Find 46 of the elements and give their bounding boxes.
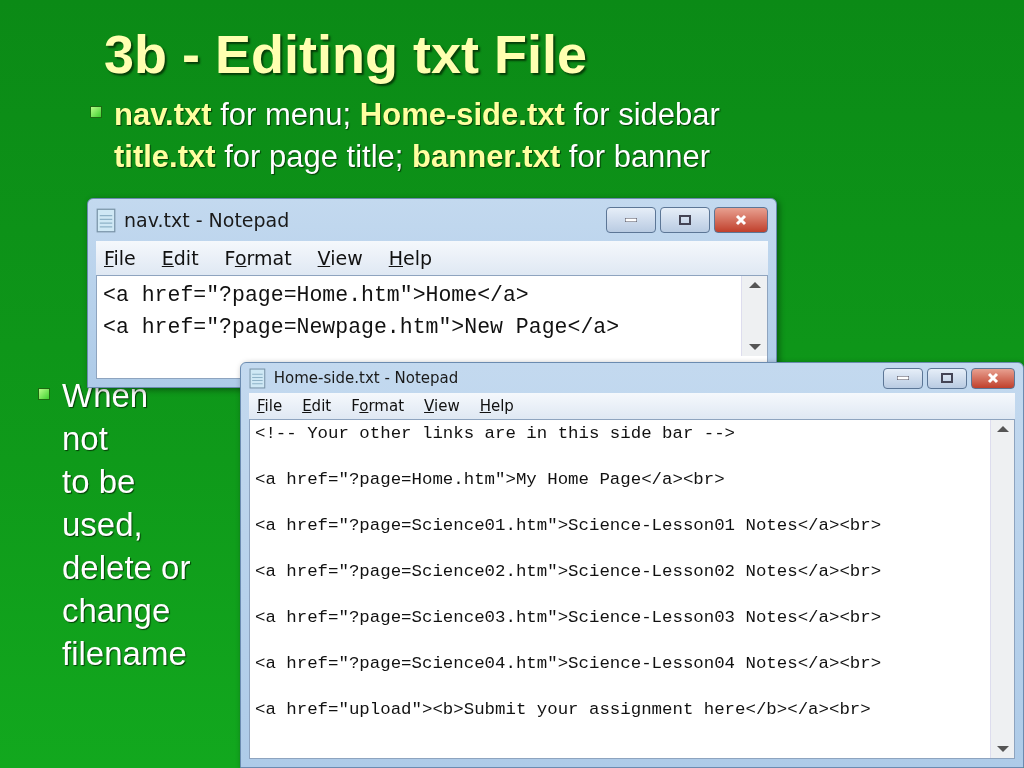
close-button[interactable] [714, 207, 768, 233]
maximize-icon [941, 373, 953, 383]
scroll-down-arrow-icon[interactable] [748, 344, 761, 350]
close-icon [735, 214, 747, 226]
menu-item[interactable]: File [257, 395, 283, 417]
menu-item[interactable]: Edit [302, 395, 332, 417]
menu-item[interactable]: Format [351, 395, 405, 417]
minimize-button[interactable] [606, 207, 656, 233]
minimize-icon [897, 376, 909, 380]
bullet-icon [90, 106, 102, 118]
menu-item[interactable]: Help [479, 395, 514, 417]
scroll-up-arrow-icon[interactable] [748, 282, 761, 288]
code-line: <a href="?page=Science03.htm">Science-Lesson03 Notes</a><br> [255, 607, 883, 629]
bullet-text: When not to be used, delete or change filename [62, 376, 191, 674]
maximize-icon [679, 215, 691, 225]
maximize-button[interactable] [927, 367, 967, 389]
scrollbar[interactable] [741, 276, 767, 356]
code-line: <a href="upload"><b>Submit your assignment here</b></a><br> [255, 699, 872, 721]
notepad-icon [96, 207, 116, 233]
close-button[interactable] [971, 367, 1015, 389]
window-title: Home-side.txt - Notepad [273, 369, 460, 387]
code-line: <a href="?page=Newpage.htm">New Page</a> [103, 314, 621, 341]
maximize-button[interactable] [660, 207, 710, 233]
menu-item[interactable]: Format [224, 243, 292, 273]
minimize-button[interactable] [883, 367, 923, 389]
scroll-up-arrow-icon[interactable] [996, 426, 1009, 432]
scroll-down-arrow-icon[interactable] [996, 746, 1009, 752]
menu-item[interactable]: Help [388, 243, 433, 273]
code-line: <a href="?page=Science02.htm">Science-Lesson02 Notes</a><br> [255, 561, 883, 583]
minimize-icon [625, 218, 637, 222]
code-line: <!-- Your other links are in this side bar --> [255, 423, 737, 445]
slide-title: 3b - Editing txt File [104, 23, 588, 86]
code-line: <a href="?page=Home.htm">My Home Page</a><br> [255, 469, 726, 491]
bullet-text: nav.txt for menu; Home-side.txt for sidebar title.txt for page title; banner.txt for banner [114, 96, 720, 176]
code-line: <a href="?page=Home.htm">Home</a> [103, 282, 530, 309]
menu-item[interactable]: View [424, 395, 460, 417]
menu-item[interactable]: File [104, 243, 136, 273]
close-icon [987, 372, 999, 384]
code-line: <a href="?page=Science01.htm">Science-Lesson01 Notes</a><br> [255, 515, 883, 537]
notepad-icon [249, 367, 266, 389]
code-line: <a href="?page=Science04.htm">Science-Lesson04 Notes</a><br> [255, 653, 883, 675]
scrollbar[interactable] [990, 420, 1014, 758]
bullet-icon [38, 388, 50, 400]
window-title: nav.txt - Notepad [124, 209, 291, 231]
menu-item[interactable]: Edit [161, 243, 199, 273]
menu-item[interactable]: View [317, 243, 363, 273]
